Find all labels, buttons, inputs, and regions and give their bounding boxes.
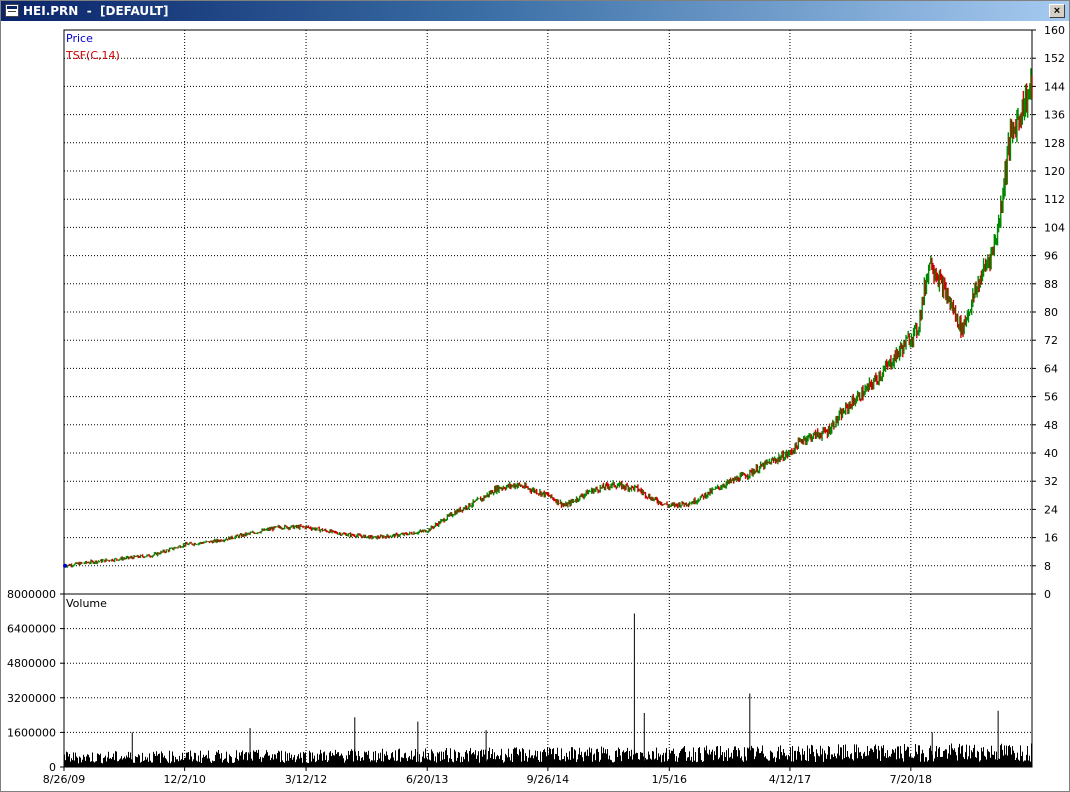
price-tick-label: 8: [1044, 560, 1051, 573]
legend-price: Price: [66, 32, 93, 45]
price-tick-label: 112: [1044, 193, 1065, 206]
price-tick-label: 64: [1044, 362, 1058, 375]
legend-tsf: TSF(C,14): [65, 49, 120, 62]
volume-tick-label: 3200000: [7, 692, 56, 705]
price-tick-label: 56: [1044, 391, 1058, 404]
price-tick-label: 24: [1044, 503, 1058, 516]
grid-lines: [64, 30, 1032, 767]
price-tick-label: 160: [1044, 24, 1065, 37]
date-tick-label: 3/12/12: [285, 773, 327, 786]
price-tick-label: 0: [1044, 588, 1051, 601]
price-tick-label: 80: [1044, 306, 1058, 319]
price-tick-label: 96: [1044, 250, 1058, 263]
price-tick-label: 104: [1044, 221, 1065, 234]
volume-tick-label: 4800000: [7, 657, 56, 670]
price-tick-label: 128: [1044, 137, 1065, 150]
date-tick-label: 8/26/09: [43, 773, 85, 786]
date-tick-label: 12/2/10: [163, 773, 205, 786]
price-start-point: [63, 563, 67, 568]
price-tick-label: 72: [1044, 334, 1058, 347]
legend: Price TSF(C,14) Volume: [65, 32, 120, 610]
volume-tick-label: 6400000: [7, 623, 56, 636]
volume-tick-label: 8000000: [7, 588, 56, 601]
axis-ticks: 0 8 16 24 32 40 48 56 64 72 80 88 96 104 112 120 128 136 1…: [7, 24, 1065, 786]
date-tick-label: 1/5/16: [652, 773, 687, 786]
price-tick-label: 40: [1044, 447, 1058, 460]
price-tick-label: 88: [1044, 278, 1058, 291]
date-tick-label: 6/20/13: [406, 773, 448, 786]
date-tick-label: 7/20/18: [890, 773, 932, 786]
legend-volume: Volume: [66, 597, 107, 610]
volume-tick-label: 1600000: [7, 726, 56, 739]
price-tick-label: 16: [1044, 532, 1058, 545]
price-tick-label: 136: [1044, 109, 1065, 122]
date-tick-label: 9/26/14: [527, 773, 569, 786]
chart-area: 0 8 16 24 32 40 48 56 64 72 80 88 96 104 112 120 128 136 1…: [7, 24, 1065, 786]
date-tick-label: 4/12/17: [769, 773, 811, 786]
price-tick-label: 48: [1044, 419, 1058, 432]
price-tick-label: 32: [1044, 475, 1058, 488]
panel-frames: [63, 29, 1033, 768]
price-tick-label: 120: [1044, 165, 1065, 178]
price-tick-label: 144: [1044, 80, 1065, 93]
price-tick-label: 152: [1044, 52, 1065, 65]
